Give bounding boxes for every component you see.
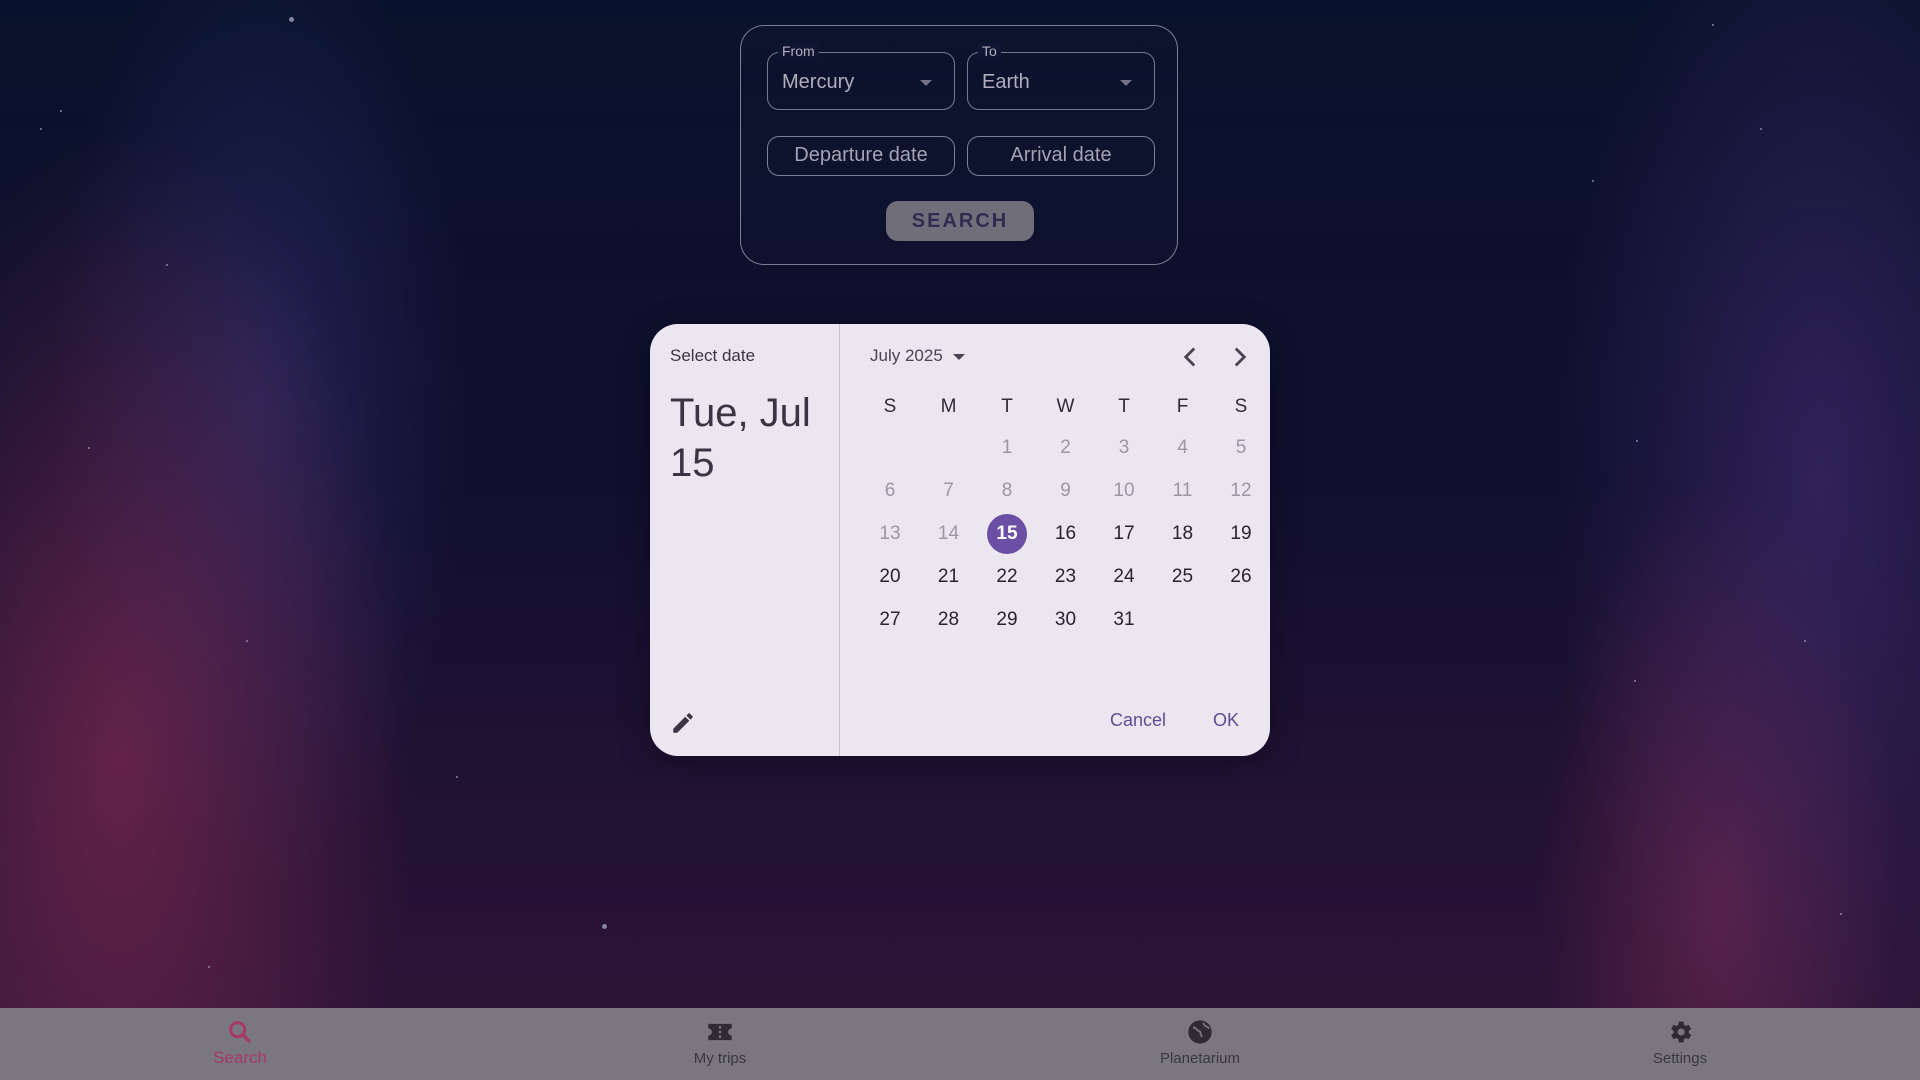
nav-item-my-trips[interactable]: My trips xyxy=(620,1008,820,1080)
bottom-navigation: Search My trips Planetarium Settings xyxy=(0,1008,1920,1080)
nav-label-planetarium: Planetarium xyxy=(1159,1050,1241,1067)
calendar-day[interactable]: 29 xyxy=(987,600,1027,640)
calendar-day: 9 xyxy=(1060,480,1071,501)
calendar-day[interactable]: 21 xyxy=(929,557,969,597)
calendar-day[interactable]: 28 xyxy=(929,600,969,640)
weekday-label: T xyxy=(1001,396,1013,417)
calendar-day: 7 xyxy=(943,480,954,501)
calendar-day[interactable]: 22 xyxy=(987,557,1027,597)
calendar-day[interactable]: 20 xyxy=(870,557,910,597)
calendar-day[interactable]: 26 xyxy=(1221,557,1261,597)
ticket-icon xyxy=(708,1023,732,1041)
calendar-day: 8 xyxy=(1001,480,1013,501)
gear-icon xyxy=(1671,1021,1692,1043)
calendar-day: 11 xyxy=(1172,480,1193,501)
ok-button[interactable]: OK xyxy=(1213,710,1239,731)
calendar-day: 4 xyxy=(1177,437,1188,458)
nav-item-planetarium[interactable]: Planetarium xyxy=(1100,1008,1300,1080)
nav-label-settings: Settings xyxy=(1652,1050,1708,1067)
date-picker-dialog: Select date Tue, Jul 15 July 2025 S M T W T F… xyxy=(650,324,1270,756)
weekday-label: S xyxy=(883,396,897,417)
globe-icon xyxy=(1188,1020,1212,1044)
selected-date-headline: Tue, Jul 15 xyxy=(670,391,811,485)
calendar-day: 2 xyxy=(1060,437,1071,458)
calendar-day: 3 xyxy=(1118,437,1130,458)
weekday-label: T xyxy=(1118,396,1130,417)
previous-month-icon[interactable] xyxy=(1173,340,1207,374)
date-picker-header: Select date Tue, Jul 15 xyxy=(650,324,840,756)
calendar-day[interactable]: 19 xyxy=(1221,514,1261,554)
weekday-label: S xyxy=(1234,396,1248,417)
calendar-day[interactable]: 27 xyxy=(870,600,910,640)
nav-label-my-trips: My trips xyxy=(693,1050,747,1067)
calendar-day[interactable]: 17 xyxy=(1104,514,1144,554)
calendar-day: 12 xyxy=(1230,480,1252,501)
calendar-day[interactable]: 18 xyxy=(1163,514,1203,554)
month-year-label: July 2025 xyxy=(870,346,943,365)
calendar-day: 10 xyxy=(1113,480,1135,501)
chevron-down-icon xyxy=(952,353,965,360)
calendar-day[interactable]: 31 xyxy=(1104,600,1144,640)
weekday-label: F xyxy=(1176,396,1189,417)
pencil-icon[interactable] xyxy=(670,710,696,736)
calendar-day[interactable]: 16 xyxy=(1046,514,1086,554)
cancel-button[interactable]: Cancel xyxy=(1110,710,1166,731)
calendar-day-selected[interactable]: 15 xyxy=(987,514,1027,554)
weekday-label: M xyxy=(940,396,957,417)
calendar-day: 13 xyxy=(879,523,901,544)
calendar-day[interactable]: 30 xyxy=(1046,600,1086,640)
calendar-day: 6 xyxy=(884,480,896,501)
next-month-icon[interactable] xyxy=(1223,340,1257,374)
weekday-header: SMTWTFS xyxy=(861,396,1270,426)
date-picker-title: Select date xyxy=(670,346,756,365)
calendar-day[interactable]: 25 xyxy=(1163,557,1203,597)
calendar-day: 1 xyxy=(1001,437,1013,458)
nav-item-settings[interactable]: Settings xyxy=(1580,1008,1780,1080)
calendar-day[interactable]: 24 xyxy=(1104,557,1144,597)
calendar-day: 5 xyxy=(1235,437,1247,458)
calendar-day[interactable]: 23 xyxy=(1046,557,1086,597)
weekday-label: W xyxy=(1056,396,1075,417)
nav-item-search[interactable]: Search xyxy=(140,1008,340,1080)
search-icon xyxy=(229,1021,252,1044)
calendar-day: 14 xyxy=(937,523,960,544)
month-year-dropdown[interactable]: July 2025 xyxy=(870,346,965,366)
nav-label-search: Search xyxy=(213,1048,267,1067)
